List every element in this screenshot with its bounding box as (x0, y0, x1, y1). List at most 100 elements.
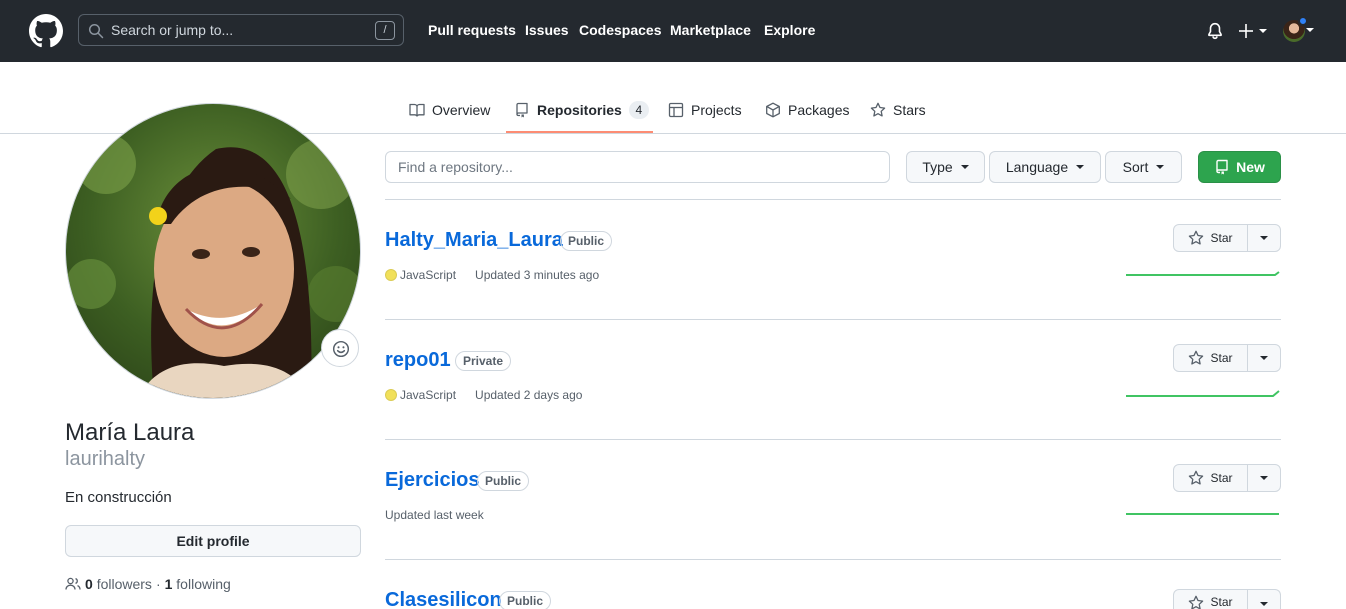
package-icon (766, 102, 780, 118)
list-divider (385, 439, 1281, 440)
activity-sparkline (1126, 390, 1280, 397)
star-icon (1189, 350, 1204, 365)
repo-meta: JavaScript Updated 3 minutes ago (385, 268, 599, 282)
language-filter-button[interactable]: Language (989, 151, 1101, 183)
star-label: Star (1210, 595, 1233, 609)
star-icon (1189, 470, 1204, 485)
chevron-down-icon (1260, 602, 1268, 606)
tab-projects[interactable]: Projects (668, 100, 742, 120)
search-placeholder: Search or jump to... (111, 22, 234, 38)
visibility-badge: Public (560, 231, 613, 251)
tab-stars-label: Stars (893, 102, 926, 118)
global-search-input[interactable]: Search or jump to... / (78, 14, 404, 46)
set-status-button[interactable] (321, 329, 359, 367)
followers-count: 0 (85, 576, 93, 592)
github-logo-icon[interactable] (29, 14, 63, 48)
repo-language: JavaScript (400, 388, 457, 402)
star-button-group: Star (1173, 224, 1281, 252)
nav-marketplace[interactable]: Marketplace (670, 22, 751, 38)
star-label: Star (1210, 351, 1233, 365)
new-repository-button[interactable]: New (1198, 151, 1281, 183)
language-filter-label: Language (1005, 159, 1069, 175)
list-divider (385, 319, 1281, 320)
chevron-down-icon (1260, 236, 1268, 240)
book-icon (409, 103, 425, 117)
edit-profile-button[interactable]: Edit profile (65, 525, 361, 557)
tab-projects-label: Projects (691, 102, 742, 118)
search-icon (88, 23, 104, 39)
nav-issues[interactable]: Issues (525, 22, 569, 38)
repo-updated: Updated last week (385, 508, 484, 522)
chevron-down-icon (1260, 476, 1268, 480)
repo-link-repo01[interactable]: repo01 (385, 349, 451, 372)
nav-codespaces[interactable]: Codespaces (579, 22, 661, 38)
star-button-group: Star (1173, 464, 1281, 492)
activity-sparkline (1126, 513, 1279, 515)
star-list-dropdown[interactable] (1248, 225, 1280, 251)
profile-name: María Laura (65, 419, 195, 446)
visibility-badge: Public (477, 471, 530, 491)
repo-link-clasesilicon[interactable]: Clasesilicon (385, 589, 502, 609)
people-icon (65, 577, 81, 590)
bell-icon[interactable] (1206, 22, 1224, 40)
tab-stars[interactable]: Stars (870, 100, 926, 120)
chevron-down-icon (960, 165, 969, 169)
profile-bio: En construcción (65, 489, 172, 506)
search-shortcut-key: / (375, 21, 395, 40)
type-filter-label: Type (922, 159, 953, 175)
repositories-count-badge: 4 (628, 101, 649, 119)
star-label: Star (1210, 471, 1233, 485)
star-button[interactable]: Star (1174, 345, 1248, 371)
star-list-dropdown[interactable] (1248, 345, 1280, 371)
profile-photo (66, 104, 360, 398)
sort-label: Sort (1122, 159, 1149, 175)
following-count: 1 (164, 576, 173, 592)
repo-meta: Updated last week (385, 508, 484, 522)
repo-icon (1216, 159, 1228, 175)
sort-button[interactable]: Sort (1105, 151, 1182, 183)
followers-label: followers (96, 576, 152, 592)
repo-link-halty-maria-laura[interactable]: Halty_Maria_Laura (385, 229, 563, 252)
tab-repositories-label: Repositories (537, 102, 622, 118)
star-icon (1189, 230, 1204, 245)
profile-avatar[interactable] (65, 103, 361, 399)
chevron-down-icon[interactable] (1306, 28, 1314, 32)
star-list-dropdown[interactable] (1248, 465, 1280, 491)
repo-icon (516, 102, 528, 118)
find-repository-input[interactable] (385, 151, 890, 183)
activity-sparkline (1126, 271, 1280, 276)
chevron-down-icon (1260, 356, 1268, 360)
nav-pull-requests[interactable]: Pull requests (428, 22, 516, 38)
star-button-group: Star (1173, 344, 1281, 372)
tab-packages[interactable]: Packages (765, 100, 849, 120)
followers-link[interactable]: 0 followers (85, 576, 152, 592)
status-dot-icon (1298, 16, 1308, 26)
global-header: Search or jump to... / Pull requests Iss… (0, 0, 1346, 62)
star-button[interactable]: Star (1174, 225, 1248, 251)
following-link[interactable]: 1 following (165, 576, 231, 592)
tab-overview-label: Overview (432, 102, 491, 118)
type-filter-button[interactable]: Type (906, 151, 985, 183)
new-repository-label: New (1236, 159, 1265, 175)
repo-updated: Updated 3 minutes ago (475, 268, 600, 282)
following-label: following (176, 576, 231, 592)
list-divider (385, 199, 1281, 200)
create-new-plus-icon[interactable] (1238, 22, 1268, 40)
table-icon (668, 102, 684, 118)
list-divider (385, 559, 1281, 560)
visibility-badge: Public (499, 591, 552, 609)
nav-explore[interactable]: Explore (764, 22, 815, 38)
visibility-badge: Private (455, 351, 512, 371)
chevron-down-icon (1156, 165, 1165, 169)
tab-repositories[interactable]: Repositories 4 (514, 100, 649, 120)
tab-overview[interactable]: Overview (409, 100, 490, 120)
star-label: Star (1210, 231, 1233, 245)
star-button-group: Star (1173, 589, 1281, 609)
follow-separator: · (155, 576, 161, 592)
repo-link-ejercicios[interactable]: Ejercicios (385, 469, 480, 492)
star-list-dropdown[interactable] (1248, 590, 1280, 609)
repo-updated: Updated 2 days ago (475, 388, 583, 402)
star-button[interactable]: Star (1174, 590, 1248, 609)
star-icon (1189, 595, 1204, 609)
star-button[interactable]: Star (1174, 465, 1248, 491)
